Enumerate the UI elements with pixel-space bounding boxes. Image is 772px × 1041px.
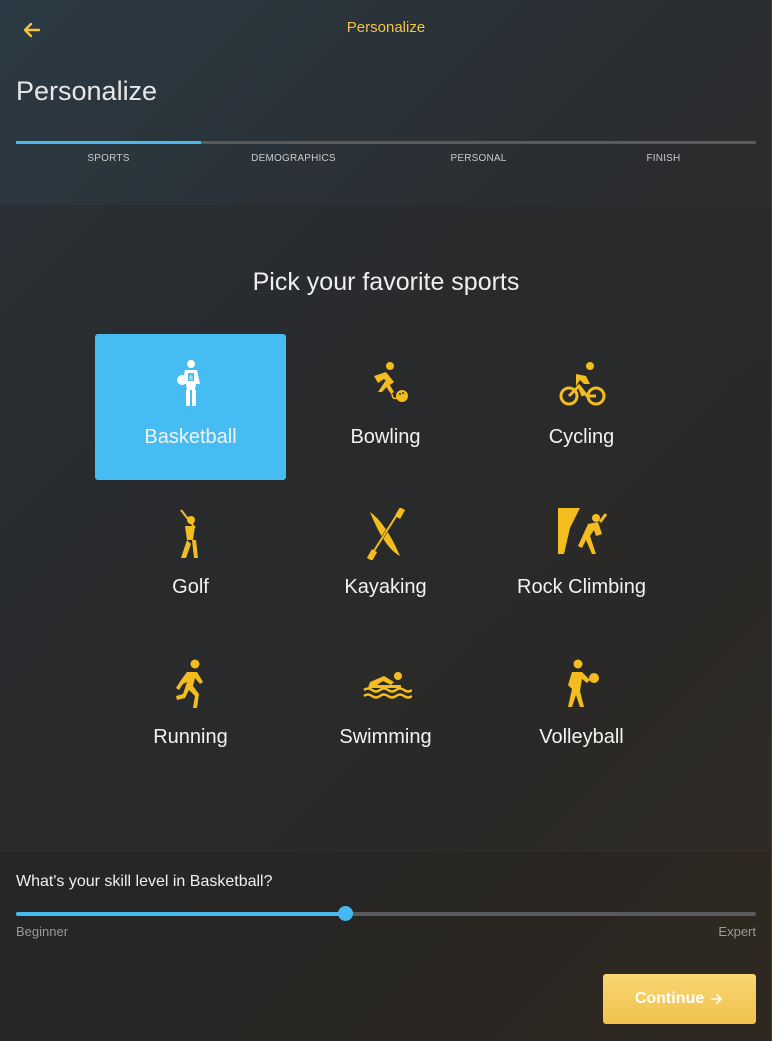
sports-heading: Pick your favorite sports <box>252 268 520 296</box>
sport-tile-golf[interactable]: Golf <box>95 484 286 630</box>
top-bar: Personalize <box>0 0 772 58</box>
sport-tile-running[interactable]: Running <box>95 634 286 780</box>
page-title: Personalize <box>16 76 158 106</box>
cycling-icon <box>559 362 606 406</box>
sport-label: Volleyball <box>539 726 624 748</box>
top-bar-title: Personalize <box>346 19 426 36</box>
sport-label: Basketball <box>144 426 237 448</box>
step-finish[interactable]: FINISH <box>571 153 756 164</box>
skill-question: What's your skill level in Basketball? <box>16 873 273 890</box>
step-progress: SPORTS DEMOGRAPHICS PERSONAL FINISH <box>16 141 756 164</box>
arrow-right-icon <box>711 994 722 1004</box>
sport-tile-rock-climbing[interactable]: Rock Climbing <box>486 484 677 630</box>
svg-text:8: 8 <box>189 375 193 382</box>
sport-tile-cycling[interactable]: Cycling <box>486 334 677 480</box>
basketball-player-icon: 8 <box>177 360 200 406</box>
sport-label: Running <box>153 726 228 748</box>
swimming-icon <box>363 672 412 699</box>
skill-slider-thumb[interactable] <box>338 906 354 921</box>
continue-label: Continue <box>634 990 705 1007</box>
sport-label: Rock Climbing <box>517 576 646 598</box>
sport-tile-volleyball[interactable]: Volleyball <box>486 634 677 780</box>
skill-slider[interactable] <box>16 906 756 921</box>
sport-tile-bowling[interactable]: Bowling <box>290 334 481 480</box>
sport-tile-swimming[interactable]: Swimming <box>290 634 481 780</box>
volleyball-icon <box>568 659 599 707</box>
step-sports[interactable]: SPORTS <box>16 153 201 164</box>
step-demographics[interactable]: DEMOGRAPHICS <box>201 153 386 164</box>
sport-tile-kayaking[interactable]: Kayaking <box>290 484 481 630</box>
rock-climbing-icon <box>558 508 608 554</box>
skill-max-label: Expert <box>718 924 756 939</box>
continue-button[interactable]: Continue <box>603 974 756 1024</box>
step-personal[interactable]: PERSONAL <box>386 153 571 164</box>
sport-label: Bowling <box>350 426 421 448</box>
step-progress-track <box>16 141 756 144</box>
sport-tile-basketball[interactable]: 8 Basketball <box>95 334 286 480</box>
running-icon <box>176 659 203 708</box>
golf-icon <box>180 509 198 558</box>
step-progress-fill <box>16 141 201 144</box>
skill-min-label: Beginner <box>16 924 69 939</box>
skill-slider-fill <box>16 912 346 916</box>
sport-label: Golf <box>172 576 209 598</box>
skill-section: What's your skill level in Basketball? B… <box>0 852 772 1041</box>
sport-label: Cycling <box>548 426 615 448</box>
sport-label: Kayaking <box>344 576 427 598</box>
bowling-icon <box>374 362 408 402</box>
kayak-paddle-icon <box>366 508 406 560</box>
sport-label: Swimming <box>339 726 432 748</box>
